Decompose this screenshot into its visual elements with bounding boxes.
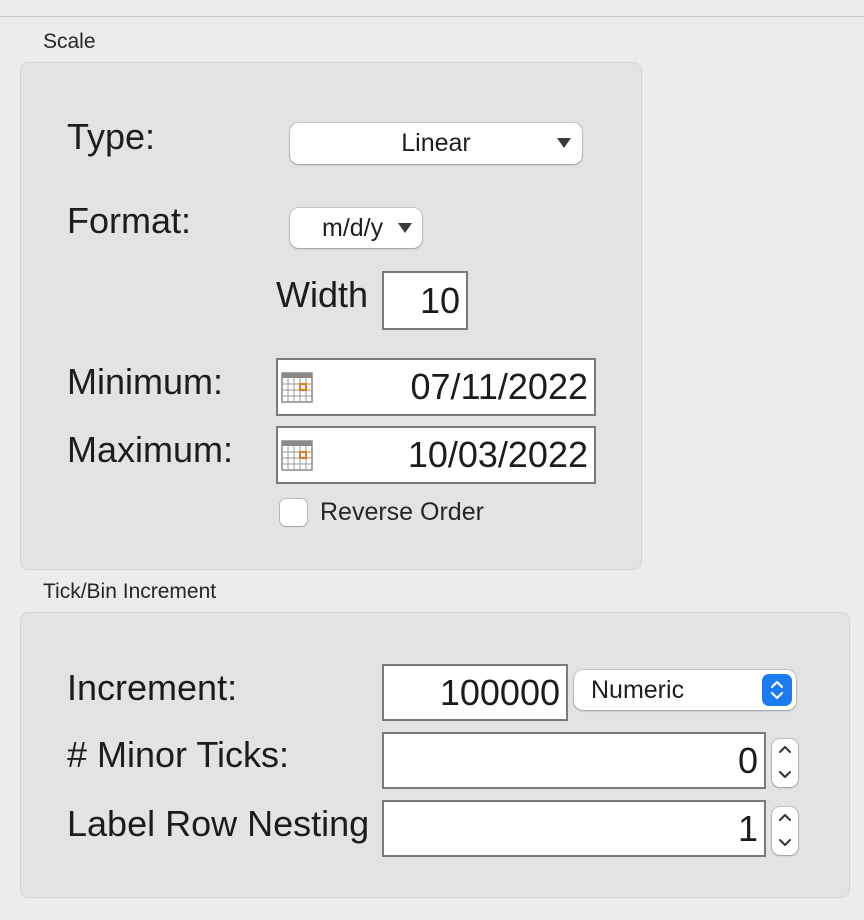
minor-ticks-field[interactable]: 0 xyxy=(382,732,766,789)
calendar-icon[interactable] xyxy=(281,439,313,471)
maximum-date-value: 10/03/2022 xyxy=(407,434,588,475)
width-field[interactable]: 10 xyxy=(382,271,468,330)
calendar-icon[interactable] xyxy=(281,371,313,403)
triangle-down-icon xyxy=(557,138,571,148)
format-dropdown-value: m/d/y xyxy=(322,213,384,242)
width-label: Width xyxy=(276,274,369,315)
type-dropdown[interactable]: Linear xyxy=(290,123,582,164)
reverse-order-label[interactable]: Reverse Order xyxy=(320,498,484,527)
increment-unit-select[interactable]: Numeric xyxy=(574,670,796,710)
increment-field[interactable]: 100000 xyxy=(382,664,568,721)
minor-ticks-label: # Minor Ticks: xyxy=(67,734,290,775)
type-label: Type: xyxy=(67,116,156,157)
up-down-chevron-icon xyxy=(762,674,792,706)
top-divider xyxy=(0,16,864,17)
minimum-date-field[interactable]: 07/11/2022 xyxy=(276,358,596,416)
label-row-nesting-field[interactable]: 1 xyxy=(382,800,766,857)
chevron-up-icon[interactable] xyxy=(777,812,793,822)
increment-unit-value: Numeric xyxy=(591,675,685,704)
reverse-order-checkbox[interactable] xyxy=(280,499,307,526)
type-dropdown-value: Linear xyxy=(401,129,471,157)
chevron-down-icon[interactable] xyxy=(777,838,793,848)
increment-label: Increment: xyxy=(67,667,238,708)
minimum-date-value: 07/11/2022 xyxy=(410,366,588,407)
tick-group-title: Tick/Bin Increment xyxy=(43,580,217,603)
chevron-up-icon[interactable] xyxy=(777,744,793,754)
format-label: Format: xyxy=(67,200,192,241)
maximum-date-field[interactable]: 10/03/2022 xyxy=(276,426,596,484)
minor-ticks-stepper[interactable] xyxy=(772,739,798,787)
format-dropdown[interactable]: m/d/y xyxy=(290,208,422,248)
label-row-nesting-stepper[interactable] xyxy=(772,807,798,855)
triangle-down-icon xyxy=(398,223,412,233)
chevron-down-icon[interactable] xyxy=(777,770,793,780)
scale-group-title: Scale xyxy=(43,30,96,53)
minimum-label: Minimum: xyxy=(67,361,224,402)
maximum-label: Maximum: xyxy=(67,429,234,470)
label-row-nesting-label: Label Row Nesting xyxy=(67,803,370,844)
